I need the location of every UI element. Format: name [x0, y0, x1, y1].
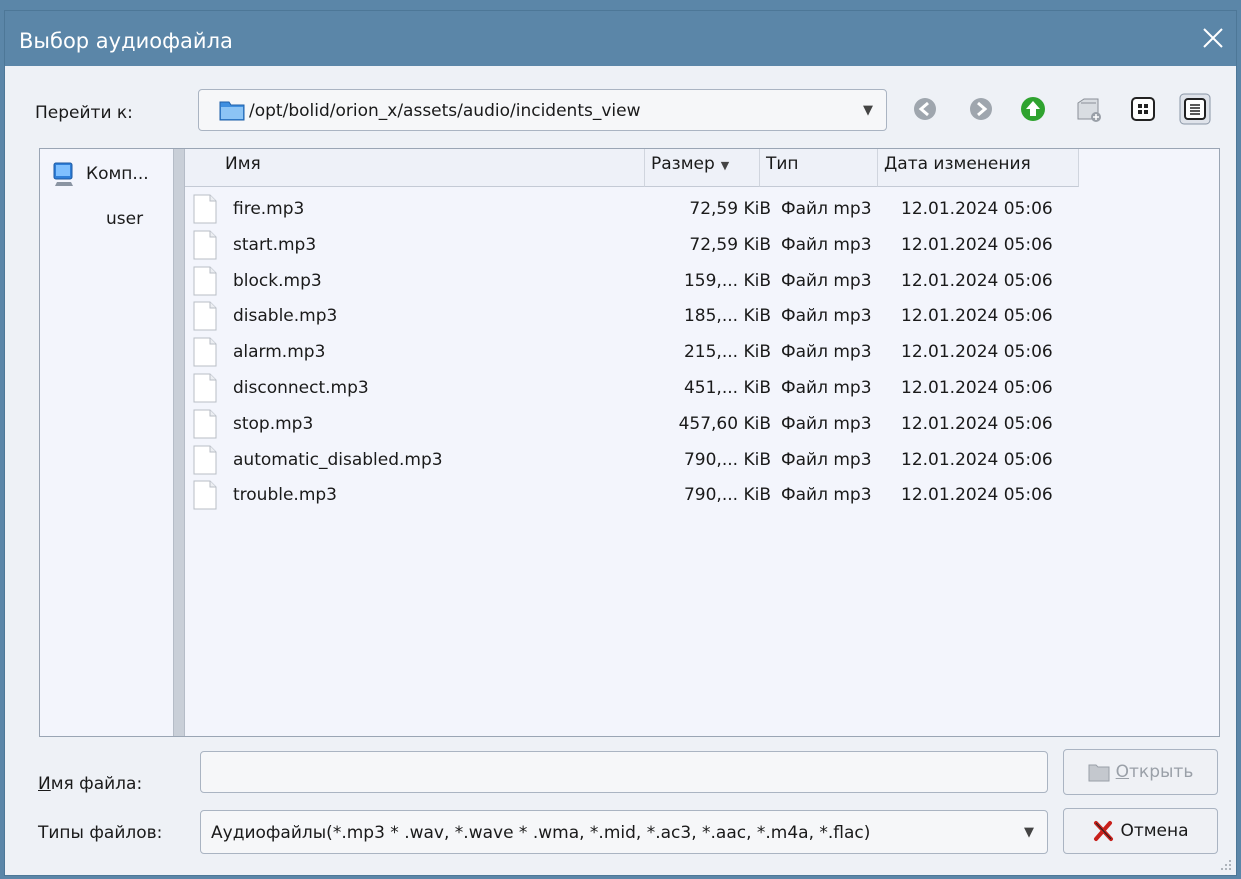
- computer-icon: [53, 162, 73, 186]
- file-name: fire.mp3: [233, 199, 305, 219]
- open-button[interactable]: Открыть: [1063, 749, 1218, 795]
- icon-view-icon[interactable]: [1127, 93, 1159, 125]
- places-sidebar: Комп... user: [40, 149, 173, 736]
- sort-descending-icon: ▼: [720, 159, 730, 172]
- file-size: 451,... KiB: [683, 378, 771, 398]
- open-button-label: Открыть: [1115, 762, 1194, 782]
- file-icon: [193, 445, 217, 475]
- file-size: 790,... KiB: [683, 485, 771, 506]
- place-item-user[interactable]: user: [106, 209, 143, 229]
- place-item-computer[interactable]: Комп...: [52, 161, 149, 187]
- new-folder-icon[interactable]: [1072, 93, 1104, 125]
- column-header-size-label: Размер: [651, 154, 715, 174]
- file-date: 12.01.2024 05:06: [901, 378, 1053, 398]
- forward-icon[interactable]: [965, 93, 997, 125]
- window-title: Выбор аудиофайла: [19, 29, 233, 53]
- file-row[interactable]: disable.mp3 185,... KiB Файл mp3 12.01.2024…: [185, 298, 1085, 334]
- filetypes-combobox[interactable]: Аудиофайлы(*.mp3 * .wav, *.wave * .wma, …: [200, 810, 1048, 854]
- file-type: Файл mp3: [781, 449, 872, 470]
- cancel-icon: [1094, 821, 1114, 841]
- file-size: 457,60 KiB: [678, 413, 771, 434]
- title-bar[interactable]: Выбор аудиофайла: [5, 11, 1236, 66]
- column-header-size[interactable]: Размер ▼: [645, 149, 760, 187]
- parent-dir-icon[interactable]: [1017, 93, 1049, 125]
- place-label-computer: Комп...: [86, 164, 149, 184]
- file-icon: [193, 301, 217, 331]
- file-row[interactable]: fire.mp3 72,59 KiB Файл mp3 12.01.2024 05:0…: [185, 191, 1085, 227]
- file-date: 12.01.2024 05:06: [901, 485, 1053, 506]
- filename-label: Имя файла:: [38, 774, 143, 794]
- file-date: 12.01.2024 05:06: [901, 342, 1053, 363]
- file-date: 12.01.2024 05:06: [901, 234, 1053, 255]
- column-header-type[interactable]: Тип: [760, 149, 878, 187]
- cancel-button-label: Отмена: [1120, 821, 1189, 841]
- folder-open-icon: [1088, 764, 1110, 782]
- file-name: alarm.mp3: [233, 342, 326, 363]
- file-type: Файл mp3: [781, 234, 872, 255]
- column-header-date[interactable]: Дата изменения: [878, 149, 1079, 187]
- file-icon: [193, 266, 217, 296]
- file-size: 215,... KiB: [683, 342, 771, 363]
- filetypes-label: Типы файлов:: [38, 823, 163, 843]
- file-row[interactable]: block.mp3 159,... KiB Файл mp3 12.01.2024 0…: [185, 263, 1085, 299]
- file-size: 72,59 KiB: [689, 234, 771, 255]
- file-name: stop.mp3: [233, 413, 314, 434]
- close-icon[interactable]: [1200, 25, 1226, 51]
- filetypes-value: Аудиофайлы(*.mp3 * .wav, *.wave * .wma, …: [211, 823, 871, 843]
- sidebar-splitter[interactable]: [173, 149, 185, 736]
- file-icon: [193, 373, 217, 403]
- file-dialog: Выбор аудиофайла Перейти к: /opt/bolid/o…: [4, 10, 1237, 876]
- file-row[interactable]: disconnect.mp3 451,... KiB Файл mp3 12.01.2…: [185, 370, 1085, 406]
- file-type: Файл mp3: [781, 378, 872, 398]
- file-size: 790,... KiB: [683, 449, 771, 470]
- filename-input[interactable]: [200, 751, 1048, 793]
- file-name: start.mp3: [233, 234, 317, 255]
- file-date: 12.01.2024 05:06: [901, 306, 1053, 327]
- file-name: disable.mp3: [233, 306, 338, 327]
- file-row[interactable]: stop.mp3 457,60 KiB Файл mp3 12.01.2024 05:…: [185, 406, 1085, 442]
- file-icon: [193, 337, 217, 367]
- resize-grip-icon[interactable]: [1218, 857, 1232, 871]
- file-name: disconnect.mp3: [233, 378, 369, 398]
- file-icon: [193, 409, 217, 439]
- file-row[interactable]: start.mp3 72,59 KiB Файл mp3 12.01.2024 05:…: [185, 227, 1085, 263]
- file-list: Имя Размер ▼ Тип Дата изменения fire.mp3 7…: [185, 149, 1219, 736]
- file-row[interactable]: alarm.mp3 215,... KiB Файл mp3 12.01.2024 0…: [185, 334, 1085, 370]
- file-type: Файл mp3: [781, 485, 872, 506]
- file-icon: [193, 480, 217, 510]
- file-name: block.mp3: [233, 270, 322, 291]
- file-name: trouble.mp3: [233, 485, 338, 506]
- file-type: Файл mp3: [781, 342, 872, 363]
- dropdown-arrow-icon[interactable]: ▼: [863, 103, 873, 118]
- current-path: /opt/bolid/orion_x/assets/audio/incident…: [249, 101, 641, 121]
- file-date: 12.01.2024 05:06: [901, 449, 1053, 470]
- path-combobox[interactable]: /opt/bolid/orion_x/assets/audio/incident…: [198, 89, 887, 131]
- column-header-name[interactable]: Имя: [185, 149, 645, 187]
- file-size: 185,... KiB: [683, 306, 771, 327]
- dropdown-arrow-icon[interactable]: ▼: [1024, 825, 1034, 840]
- file-icon: [193, 230, 217, 260]
- file-type: Файл mp3: [781, 270, 872, 291]
- file-type: Файл mp3: [781, 199, 872, 219]
- file-size: 72,59 KiB: [689, 199, 771, 219]
- file-date: 12.01.2024 05:06: [901, 270, 1053, 291]
- folder-icon: [219, 101, 245, 121]
- goto-label: Перейти к:: [35, 103, 133, 123]
- back-icon[interactable]: [909, 93, 941, 125]
- file-row[interactable]: trouble.mp3 790,... KiB Файл mp3 12.01.2024…: [185, 477, 1085, 513]
- file-type: Файл mp3: [781, 413, 872, 434]
- detail-view-icon[interactable]: [1179, 93, 1211, 125]
- file-date: 12.01.2024 05:06: [901, 199, 1053, 219]
- file-type: Файл mp3: [781, 306, 872, 327]
- cancel-button[interactable]: Отмена: [1063, 808, 1218, 854]
- file-row[interactable]: automatic_disabled.mp3 790,... KiB Файл mp…: [185, 442, 1085, 478]
- file-name: automatic_disabled.mp3: [233, 449, 443, 470]
- file-icon: [193, 194, 217, 224]
- file-date: 12.01.2024 05:06: [901, 413, 1053, 434]
- browser-panel: Комп... user Имя Размер ▼ Тип Дата измене…: [39, 148, 1220, 737]
- file-size: 159,... KiB: [683, 270, 771, 291]
